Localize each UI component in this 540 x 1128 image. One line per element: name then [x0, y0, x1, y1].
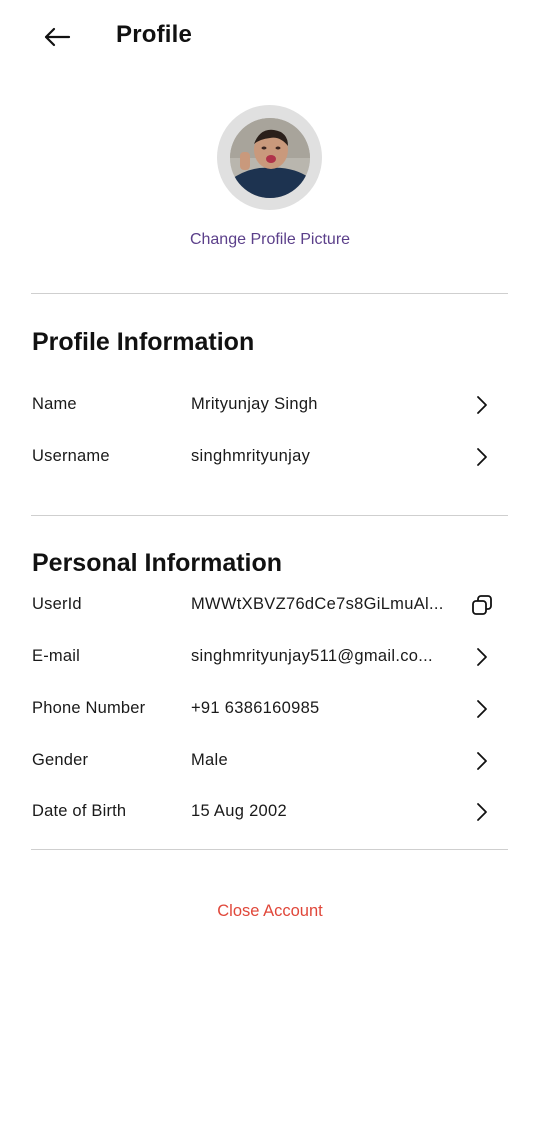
row-value: 15 Aug 2002 — [191, 802, 287, 820]
chevron-right-icon — [470, 445, 494, 469]
row-value: MWWtXBVZ76dCe7s8GiLmuAl... — [191, 595, 444, 613]
row-name[interactable]: Name Mrityunjay Singh — [0, 385, 540, 425]
chevron-right-icon — [470, 645, 494, 669]
row-label: UserId — [32, 595, 82, 613]
row-username[interactable]: Username singhmrityunjay — [0, 437, 540, 477]
row-label: Name — [32, 395, 77, 413]
avatar-photo — [229, 117, 310, 198]
divider — [31, 293, 508, 294]
page-title: Profile — [116, 21, 193, 48]
row-value: Mrityunjay Singh — [191, 395, 318, 413]
divider — [31, 849, 508, 850]
row-value: singhmrityunjay511@gmail.co... — [191, 647, 433, 665]
avatar-ring[interactable] — [217, 105, 322, 210]
row-label: E-mail — [32, 647, 80, 665]
row-value: singhmrityunjay — [191, 447, 311, 465]
divider — [31, 515, 508, 516]
row-email[interactable]: E-mail singhmrityunjay511@gmail.co... — [0, 637, 540, 677]
arrow-left-icon — [44, 27, 71, 47]
close-account-button[interactable]: Close Account — [0, 902, 540, 921]
section-title-personal-information: Personal Information — [32, 549, 283, 577]
row-label: Phone Number — [32, 699, 146, 717]
row-value: +91 6386160985 — [191, 699, 320, 717]
chevron-right-icon — [470, 749, 494, 773]
change-profile-picture-link[interactable]: Change Profile Picture — [0, 231, 540, 249]
row-gender[interactable]: Gender Male — [0, 741, 540, 781]
back-button[interactable] — [36, 18, 78, 56]
row-label: Gender — [32, 751, 89, 769]
chevron-right-icon — [470, 393, 494, 417]
row-label: Date of Birth — [32, 802, 127, 820]
profile-screen: Profile Change Profile Picture Profile I… — [0, 0, 540, 1128]
row-phone-number[interactable]: Phone Number +91 6386160985 — [0, 689, 540, 729]
avatar — [229, 117, 310, 198]
app-bar: Profile — [0, 0, 540, 72]
row-value: Male — [191, 751, 228, 769]
row-label: Username — [32, 447, 110, 465]
chevron-right-icon — [470, 800, 494, 824]
copy-icon[interactable] — [470, 593, 494, 617]
chevron-right-icon — [470, 697, 494, 721]
row-date-of-birth[interactable]: Date of Birth 15 Aug 2002 — [0, 792, 540, 832]
row-userid[interactable]: UserId MWWtXBVZ76dCe7s8GiLmuAl... — [0, 585, 540, 625]
section-title-profile-information: Profile Information — [32, 328, 255, 356]
